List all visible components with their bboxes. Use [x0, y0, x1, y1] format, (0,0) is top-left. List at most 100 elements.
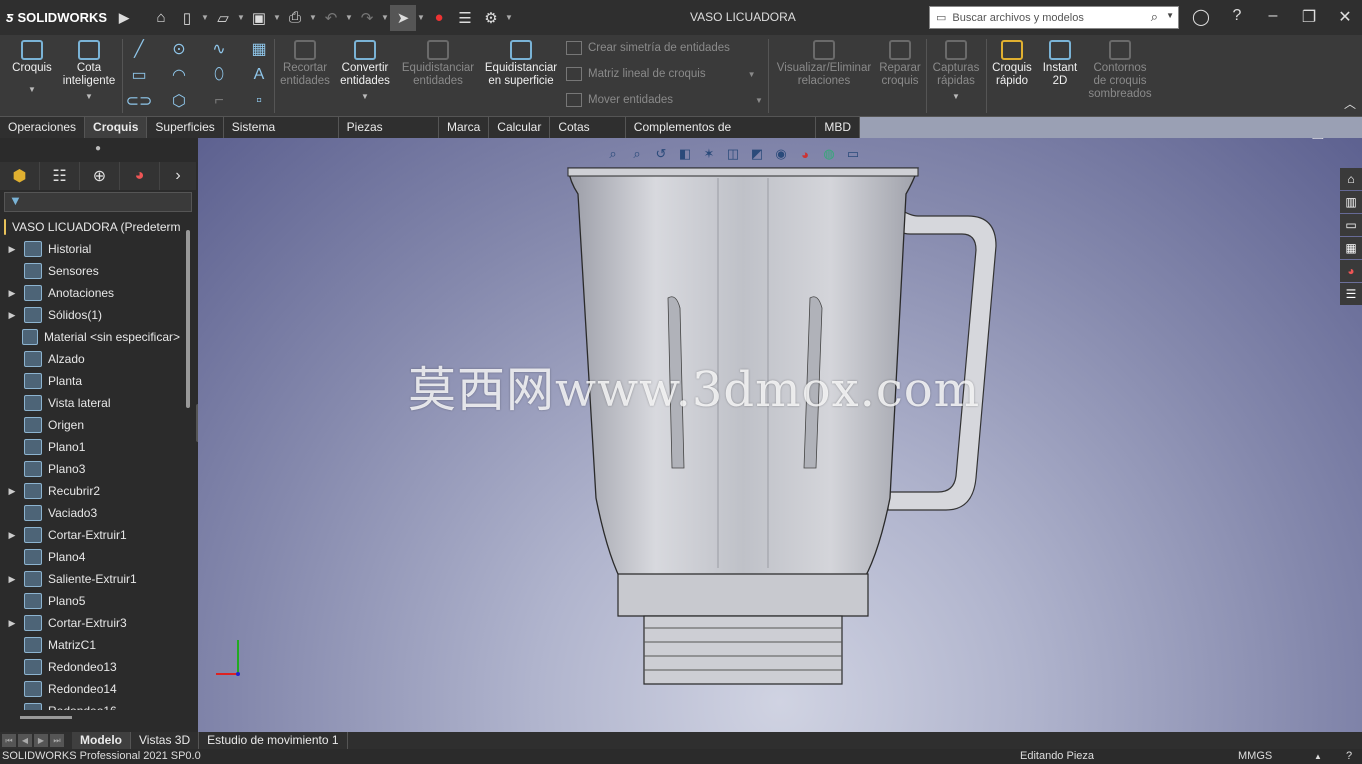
offset-entities-button[interactable]: Equidistanciar entidades — [398, 37, 478, 88]
smart-dimension-button[interactable]: Cota inteligente ▼ — [58, 37, 120, 103]
tab-marca[interactable]: Marca — [439, 117, 490, 138]
panel-grip-icon[interactable]: ● — [0, 138, 196, 160]
tree-item[interactable]: Planta — [0, 370, 180, 392]
shaded-sketch-contours-button[interactable]: Contornos de croquis sombreados — [1084, 37, 1156, 101]
next-tab-icon[interactable]: ▶ — [34, 734, 48, 747]
new-document-icon[interactable]: ▯ — [174, 5, 200, 31]
tree-item[interactable]: ▶ Sólidos(1) — [0, 304, 180, 326]
circle-icon[interactable]: ⊙ — [168, 39, 190, 59]
collapse-ribbon-icon[interactable]: ︿ — [1344, 95, 1356, 112]
tree-item[interactable]: Redondeo14 — [0, 678, 180, 700]
home-icon[interactable]: ⌂ — [148, 5, 174, 31]
select-dropdown-icon[interactable]: ▼ — [416, 13, 426, 22]
hatch-icon[interactable]: ▦ — [248, 39, 270, 59]
blender-jar-model[interactable] — [198, 138, 1362, 732]
open-dropdown-icon[interactable]: ▼ — [236, 13, 246, 22]
print-icon[interactable]: ⎙ — [282, 5, 308, 31]
units-dropdown-icon[interactable]: ▲ — [1314, 752, 1322, 761]
panel-more-icon[interactable]: › — [160, 162, 196, 190]
tree-item[interactable]: Material <sin especificar> — [0, 326, 180, 348]
custom-properties-icon[interactable]: ☰ — [1340, 283, 1362, 305]
display-manager-tab-icon[interactable]: ◕ — [120, 162, 160, 190]
new-dropdown-icon[interactable]: ▼ — [200, 13, 210, 22]
tree-item[interactable]: Plano1 — [0, 436, 180, 458]
options-gear-icon[interactable]: ⚙ — [478, 5, 504, 31]
expand-arrow-icon[interactable]: ▶ — [0, 244, 24, 255]
expand-arrow-icon[interactable]: ▶ — [0, 618, 24, 629]
redo-dropdown-icon[interactable]: ▼ — [380, 13, 390, 22]
expand-arrow-icon[interactable]: ▶ — [0, 486, 24, 497]
tree-item[interactable]: Vaciado3 — [0, 502, 180, 524]
expand-arrow-icon[interactable]: ▶ — [0, 530, 24, 541]
tree-scrollbar[interactable] — [186, 230, 190, 408]
tree-item[interactable]: Sensores — [0, 260, 180, 282]
select-cursor-icon[interactable]: ➤ — [390, 4, 416, 31]
tree-item[interactable]: MatrizC1 — [0, 634, 180, 656]
tree-item[interactable]: Plano3 — [0, 458, 180, 480]
croquis-button[interactable]: Croquis ▼ — [8, 37, 56, 96]
configuration-manager-tab-icon[interactable]: ⊕ — [80, 162, 120, 190]
tree-item[interactable]: Vista lateral — [0, 392, 180, 414]
arc-icon[interactable]: ◠ — [168, 65, 190, 85]
undo-icon[interactable]: ↶ — [318, 5, 344, 31]
tree-root[interactable]: VASO LICUADORA (Predeterm — [0, 216, 180, 238]
options-dropdown-icon[interactable]: ▼ — [504, 13, 514, 22]
mirror-entities-button[interactable]: Crear simetría de entidades — [566, 41, 730, 55]
tree-item[interactable]: Plano5 — [0, 590, 180, 612]
close-icon[interactable]: ✕ — [1334, 7, 1356, 27]
units-selector[interactable]: MMGS — [1238, 750, 1272, 762]
rapid-snaps-button[interactable]: Capturas rápidas ▼ — [930, 37, 982, 103]
save-icon[interactable]: ▣ — [246, 5, 272, 31]
offset-surface-button[interactable]: Equidistanciar en superficie — [482, 37, 560, 88]
tree-horizontal-scrollbar[interactable] — [20, 716, 72, 719]
ellipse-icon[interactable]: ⬯ — [208, 65, 230, 85]
minimize-icon[interactable]: – — [1262, 7, 1284, 25]
spline-icon[interactable]: ∿ — [208, 39, 230, 59]
save-dropdown-icon[interactable]: ▼ — [272, 13, 282, 22]
polygon-icon[interactable]: ⬡ — [168, 91, 190, 111]
tree-item[interactable]: ▶ Cortar-Extruir1 — [0, 524, 180, 546]
search-placeholder[interactable]: Buscar archivos y modelos — [952, 12, 1083, 24]
tab-superficies[interactable]: Superficies — [147, 117, 224, 138]
search-dropdown-icon[interactable]: ▼ — [1166, 11, 1174, 20]
tab-complementos-de-solidworks[interactable]: Complementos de SOLIDWORKS — [626, 117, 817, 155]
prev-tab-icon[interactable]: ◀ — [18, 734, 32, 747]
open-icon[interactable]: ▱ — [210, 5, 236, 31]
convert-entities-button[interactable]: Convertir entidades ▼ — [336, 37, 394, 103]
expand-arrow-icon[interactable]: ▶ — [0, 310, 24, 321]
help-icon[interactable]: ? — [1226, 7, 1248, 25]
tab-calcular[interactable]: Calcular — [489, 117, 551, 138]
slot-icon[interactable]: ⊂⊃ — [126, 91, 153, 111]
tab-croquis[interactable]: Croquis — [85, 117, 148, 138]
graphics-area[interactable]: ⌕ ⌕ ↺ ◧ ✶ ◫ ◩ ◉ ◕ ◍ ▭ ⇤ ⇥ – ❐ ✕ — [198, 138, 1362, 732]
text-icon[interactable]: A — [248, 65, 270, 85]
rectangle-icon[interactable]: ▭ — [128, 65, 150, 85]
tab-sistema-estructural[interactable]: Sistema estructural — [224, 117, 339, 155]
last-tab-icon[interactable]: ⏭ — [50, 734, 64, 747]
tree-item[interactable]: ▶ Anotaciones — [0, 282, 180, 304]
design-library-icon[interactable]: ▥ — [1340, 191, 1362, 213]
first-tab-icon[interactable]: ⏮ — [2, 734, 16, 747]
status-help-icon[interactable]: ? — [1346, 750, 1352, 762]
search-box[interactable]: ▭ Buscar archivos y modelos ⌕ ▼ — [929, 6, 1179, 29]
point-icon[interactable]: ▫ — [248, 91, 270, 111]
tree-item[interactable]: ▶ Saliente-Extruir1 — [0, 568, 180, 590]
solidworks-resources-icon[interactable]: ⌂ — [1340, 168, 1362, 190]
tree-item[interactable]: ▶ Cortar-Extruir3 — [0, 612, 180, 634]
bottom-tab-modelo[interactable]: Modelo — [72, 732, 131, 749]
bottom-tab-vistas-3d[interactable]: Vistas 3D — [131, 732, 200, 749]
linear-pattern-button[interactable]: Matriz lineal de croquis ▼ — [566, 67, 756, 81]
tree-item[interactable]: Origen — [0, 414, 180, 436]
feature-manager-tab-icon[interactable]: ⬢ — [0, 162, 40, 190]
restore-icon[interactable]: ❐ — [1298, 7, 1320, 27]
display-delete-relations-button[interactable]: Visualizar/Eliminar relaciones — [774, 37, 874, 88]
rapid-sketch-button[interactable]: Croquis rápido — [988, 37, 1036, 88]
tab-piezas-soldadas[interactable]: Piezas soldadas — [339, 117, 439, 155]
tab-cotas-mbd[interactable]: Cotas MBD — [550, 117, 626, 155]
move-entities-button[interactable]: Mover entidades ▼ — [566, 93, 763, 107]
repair-sketch-button[interactable]: Reparar croquis — [876, 37, 924, 88]
account-icon[interactable]: ◯ — [1190, 7, 1212, 27]
file-explorer-icon[interactable]: ▭ — [1340, 214, 1362, 236]
tree-filter[interactable]: ▼ — [4, 192, 192, 212]
view-palette-icon[interactable]: ▦ — [1340, 237, 1362, 259]
